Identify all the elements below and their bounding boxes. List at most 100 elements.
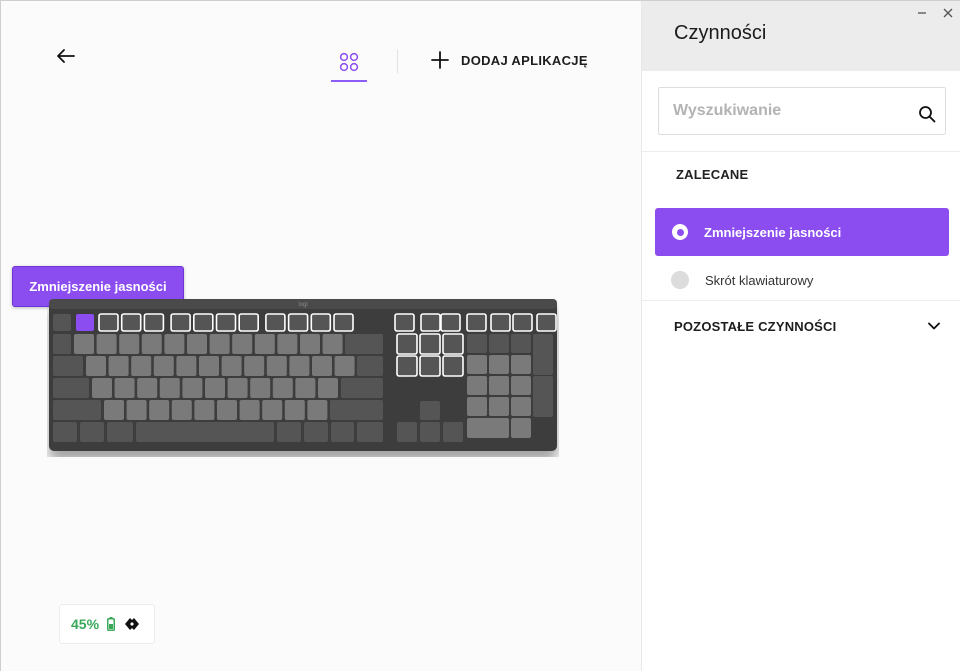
radio-selected[interactable]: [672, 224, 688, 240]
keyboard-key[interactable]: [182, 378, 203, 398]
key-function[interactable]: [287, 313, 309, 332]
keyboard-key[interactable]: [284, 400, 305, 420]
key-arrow-down[interactable]: [420, 422, 440, 442]
key-function[interactable]: [420, 313, 441, 332]
keyboard-key[interactable]: [331, 422, 354, 442]
search-input[interactable]: [673, 100, 903, 122]
key-function[interactable]: [466, 313, 487, 332]
keyboard-key[interactable]: [114, 378, 135, 398]
keyboard-key[interactable]: [533, 334, 553, 375]
keyboard-key[interactable]: [511, 334, 531, 353]
key-nav[interactable]: [396, 355, 418, 377]
keyboard-key[interactable]: [318, 378, 338, 398]
key-function[interactable]: [98, 313, 119, 332]
keyboard-key[interactable]: [96, 334, 117, 354]
key-f1-brightness-down[interactable]: [76, 314, 94, 331]
keyboard-key[interactable]: [467, 334, 487, 353]
back-button[interactable]: [53, 43, 79, 69]
keyboard-key[interactable]: [262, 400, 283, 420]
keyboard-key[interactable]: [176, 356, 197, 376]
keyboard-key[interactable]: [357, 422, 383, 442]
key-function[interactable]: [215, 313, 237, 332]
keyboard-key[interactable]: [221, 356, 242, 376]
keyboard-key[interactable]: [300, 334, 320, 354]
keyboard-key[interactable]: [74, 334, 94, 354]
keyboard-key[interactable]: [511, 418, 531, 438]
key-function[interactable]: [440, 313, 461, 332]
keyboard-key[interactable]: [205, 378, 225, 398]
close-button[interactable]: [940, 5, 956, 21]
minimize-button[interactable]: [914, 5, 930, 21]
key-numpad-0[interactable]: [467, 418, 509, 438]
keyboard-key[interactable]: [467, 397, 487, 416]
keyboard-key[interactable]: [159, 378, 180, 398]
keyboard-key[interactable]: [467, 355, 487, 374]
keyboard-key[interactable]: [511, 355, 531, 374]
keyboard-key[interactable]: [489, 376, 509, 395]
keyboard-key[interactable]: [137, 378, 158, 398]
keyboard-key[interactable]: [533, 376, 553, 417]
key-shift-right[interactable]: [330, 400, 383, 420]
keyboard-key[interactable]: [357, 356, 383, 376]
key-nav[interactable]: [396, 333, 418, 355]
action-option-keyboard-shortcut[interactable]: Skrót klawiaturowy: [655, 263, 949, 297]
keyboard-key[interactable]: [119, 334, 140, 354]
keyboard-key[interactable]: [250, 378, 271, 398]
keyboard-key[interactable]: [53, 334, 71, 354]
key-function[interactable]: [170, 313, 191, 332]
keyboard-key[interactable]: [266, 356, 287, 376]
keyboard-key[interactable]: [489, 397, 509, 416]
radio-unselected[interactable]: [671, 271, 689, 289]
keyboard-key[interactable]: [53, 422, 77, 442]
keyboard-key[interactable]: [312, 356, 332, 376]
key-esc[interactable]: [53, 314, 71, 331]
key-function[interactable]: [310, 313, 332, 332]
search-field[interactable]: [658, 87, 946, 135]
keyboard-key[interactable]: [467, 376, 487, 395]
keyboard-key[interactable]: [244, 356, 265, 376]
keyboard-key[interactable]: [254, 334, 275, 354]
keyboard-key[interactable]: [511, 376, 531, 395]
keyboard-key[interactable]: [171, 400, 192, 420]
keyboard-key[interactable]: [86, 356, 106, 376]
key-nav[interactable]: [419, 333, 441, 355]
keyboard-key[interactable]: [92, 378, 112, 398]
keyboard-key[interactable]: [104, 400, 124, 420]
add-application-button[interactable]: DODAJ APLIKACJĘ: [431, 49, 588, 71]
keyboard-key[interactable]: [217, 400, 237, 420]
search-icon[interactable]: [918, 105, 936, 123]
key-backspace[interactable]: [345, 334, 383, 354]
other-actions-expander[interactable]: POZOSTAŁE CZYNNOŚCI: [674, 314, 940, 338]
key-shift-left[interactable]: [53, 400, 101, 420]
keyboard-key[interactable]: [153, 356, 174, 376]
tab-applications[interactable]: [331, 45, 367, 82]
keyboard-key[interactable]: [164, 334, 185, 354]
keyboard-key[interactable]: [239, 400, 260, 420]
key-function[interactable]: [120, 313, 142, 332]
keyboard-key[interactable]: [304, 422, 328, 442]
keyboard-key[interactable]: [80, 422, 104, 442]
key-function[interactable]: [238, 313, 259, 332]
keyboard-key[interactable]: [131, 356, 152, 376]
key-function[interactable]: [265, 313, 286, 332]
key-function[interactable]: [512, 313, 533, 332]
keyboard-key[interactable]: [272, 378, 293, 398]
key-caps[interactable]: [53, 378, 89, 398]
keyboard-key[interactable]: [141, 334, 162, 354]
keyboard-key[interactable]: [126, 400, 147, 420]
keyboard-key[interactable]: [277, 422, 301, 442]
keyboard-key[interactable]: [489, 355, 509, 374]
key-enter[interactable]: [341, 378, 383, 398]
key-nav[interactable]: [442, 355, 464, 377]
key-function[interactable]: [143, 313, 165, 332]
keyboard-key[interactable]: [289, 356, 310, 376]
keyboard-key[interactable]: [108, 356, 129, 376]
keyboard-key[interactable]: [107, 422, 133, 442]
keyboard-key[interactable]: [194, 400, 215, 420]
keyboard-key[interactable]: [232, 334, 253, 354]
keyboard-key[interactable]: [334, 356, 355, 376]
keyboard-key[interactable]: [322, 334, 343, 354]
key-space[interactable]: [136, 422, 274, 442]
keyboard-key[interactable]: [187, 334, 207, 354]
keyboard-key[interactable]: [307, 400, 328, 420]
